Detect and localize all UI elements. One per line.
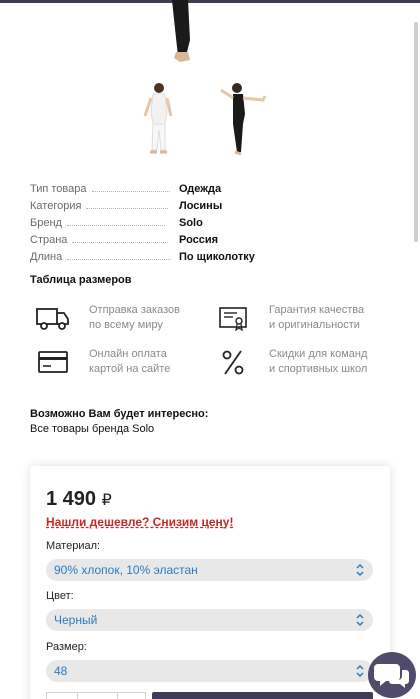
attribute-label: Категория — [30, 200, 82, 212]
chevron-updown-icon — [356, 613, 364, 627]
product-attributes: Тип товара Одежда Категория Лосины Бренд… — [30, 178, 390, 263]
attribute-row: Тип товара Одежда — [30, 178, 390, 195]
attribute-value: По щиколотку — [179, 251, 255, 263]
quantity-divider — [117, 693, 118, 699]
attribute-value: Одежда — [179, 183, 222, 195]
all-brand-products-link[interactable]: Все товары бренда Solo — [30, 423, 154, 435]
size-label: Размер: — [46, 641, 87, 653]
feature-line: картой на сайте — [89, 363, 171, 375]
feature-quality: Гарантия качества и оригинальности — [215, 303, 405, 333]
related-title: Возможно Вам будет интересно: — [30, 408, 209, 420]
attribute-leader-dots — [66, 225, 165, 226]
attribute-label: Длина — [30, 251, 63, 263]
feature-discounts: Скидки для команд и спортивных школ — [215, 347, 405, 377]
feature-online-payment: Онлайн оплата картой на сайте — [35, 347, 225, 377]
attribute-row: Бренд Solo — [30, 212, 390, 229]
feature-line: Отправка заказов — [89, 304, 180, 316]
attribute-leader-dots — [86, 208, 169, 209]
product-thumbnails — [135, 80, 285, 160]
percent-icon — [222, 350, 244, 375]
chat-bubbles-icon — [374, 664, 409, 688]
attribute-label: Тип товара — [30, 183, 87, 195]
size-select[interactable]: 48 — [46, 660, 373, 682]
truck-icon — [36, 308, 69, 330]
feature-text: Отправка заказов по всему миру — [89, 303, 180, 333]
add-to-cart-button[interactable] — [152, 692, 373, 699]
attribute-value: Россия — [179, 234, 219, 246]
thumbnail-black-outfit[interactable] — [217, 80, 277, 160]
credit-card-icon — [38, 351, 68, 373]
related-section: Возможно Вам будет интересно: Все товары… — [30, 407, 208, 437]
feature-line: по всему миру — [89, 319, 163, 331]
attribute-row: Страна Россия — [30, 229, 390, 246]
attribute-value: Лосины — [179, 200, 223, 212]
feature-text: Гарантия качества и оригинальности — [269, 303, 364, 333]
feature-shipping: Отправка заказов по всему миру — [35, 303, 225, 333]
purchase-card: 1 490 ₽ Нашли дешевле? Снизим цену! Мате… — [30, 466, 390, 699]
attribute-leader-dots — [91, 191, 170, 192]
product-main-image[interactable] — [160, 0, 220, 66]
brand-link[interactable]: Solo — [179, 217, 203, 229]
price: 1 490 ₽ — [46, 488, 112, 511]
thumbnail-white-outfit[interactable] — [135, 80, 195, 160]
feature-line: и спортивных школ — [269, 363, 368, 375]
feature-line: Онлайн оплата — [89, 348, 167, 360]
quantity-divider — [77, 693, 78, 699]
attribute-row: Длина По щиколотку — [30, 246, 390, 263]
color-select[interactable]: Черный — [46, 609, 373, 631]
color-selected-value: Черный — [54, 613, 98, 627]
attribute-row: Категория Лосины — [30, 195, 390, 212]
attribute-leader-dots — [72, 242, 169, 243]
material-select[interactable]: 90% хлопок, 10% эластан — [46, 559, 373, 581]
size-table-link[interactable]: Таблица размеров — [30, 274, 132, 286]
attribute-leader-dots — [67, 259, 172, 260]
feature-line: Гарантия качества — [269, 304, 365, 316]
material-selected-value: 90% хлопок, 10% эластан — [54, 563, 198, 577]
chevron-updown-icon — [356, 563, 364, 577]
attribute-label: Бренд — [30, 217, 62, 229]
scrollbar[interactable] — [414, 22, 418, 242]
found-cheaper-link[interactable]: Нашли дешевле? Снизим цену! — [46, 515, 233, 529]
color-label: Цвет: — [46, 590, 74, 602]
chevron-updown-icon — [356, 664, 364, 678]
chat-button[interactable] — [368, 652, 416, 698]
feature-line: и оригинальности — [269, 319, 360, 331]
price-value: 1 490 — [46, 488, 97, 510]
feature-text: Скидки для команд и спортивных школ — [269, 347, 367, 377]
certificate-icon — [219, 307, 247, 332]
material-label: Материал: — [46, 540, 101, 552]
size-selected-value: 48 — [54, 664, 68, 678]
currency-symbol: ₽ — [101, 492, 112, 509]
feature-text: Онлайн оплата картой на сайте — [89, 347, 170, 377]
feature-line: Скидки для команд — [269, 348, 368, 360]
attribute-label: Страна — [30, 234, 68, 246]
quantity-stepper[interactable] — [46, 692, 146, 699]
